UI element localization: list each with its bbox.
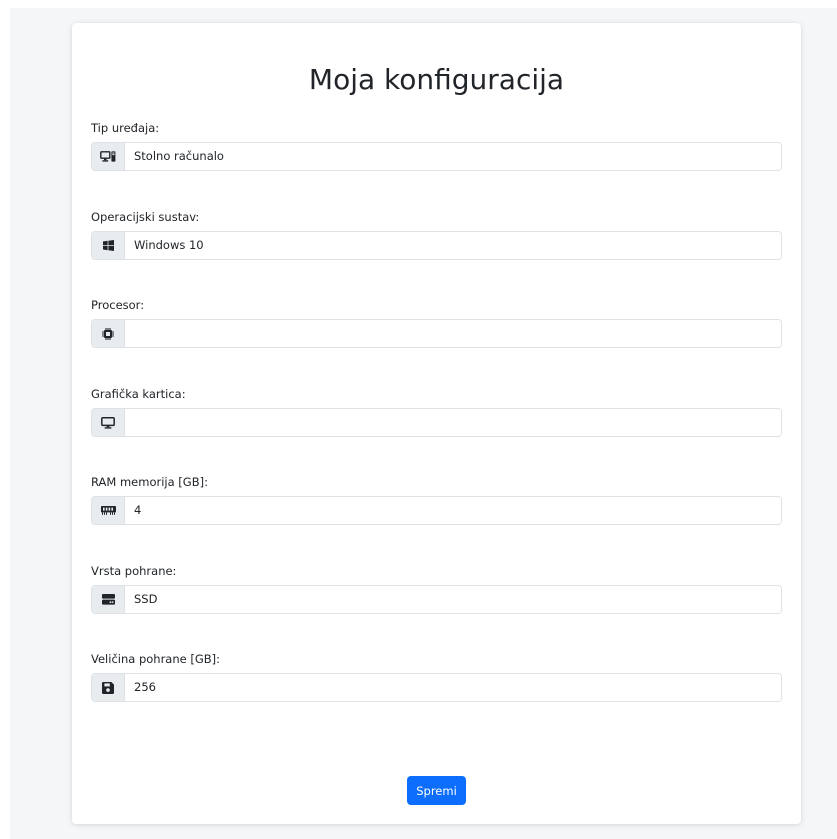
storage-type-label: Vrsta pohrane: (91, 564, 177, 578)
windows-icon (92, 232, 125, 259)
storage-type-input[interactable] (125, 586, 781, 613)
storage-type-input-group (91, 585, 782, 614)
processor-label: Procesor: (91, 298, 145, 312)
hdd-icon (92, 586, 125, 613)
graphics-card-input-group (91, 408, 782, 437)
device-type-label: Tip uređaja: (91, 121, 160, 135)
operating-system-input[interactable] (125, 232, 781, 259)
display-icon (92, 409, 125, 436)
device-type-input-group (91, 142, 782, 171)
pc-display-icon (92, 143, 125, 170)
storage-type-field: Vrsta pohrane: (91, 564, 782, 614)
page-title: Moja konfiguracija (308, 63, 565, 96)
ram-label: RAM memorija [GB]: (91, 475, 208, 489)
storage-size-input-group (91, 673, 782, 702)
graphics-card-field: Grafička kartica: (91, 387, 782, 437)
ram-input[interactable] (125, 497, 781, 524)
cpu-icon (92, 320, 125, 347)
graphics-card-label: Grafička kartica: (91, 387, 186, 401)
floppy-icon (92, 674, 125, 701)
configuration-card: Moja konfiguracija Tip uređaja: Operacij… (72, 23, 801, 824)
memory-icon (92, 497, 125, 524)
processor-input[interactable] (125, 320, 781, 347)
operating-system-label: Operacijski sustav: (91, 210, 200, 224)
ram-field: RAM memorija [GB]: (91, 475, 782, 525)
device-type-field: Tip uređaja: (91, 121, 782, 171)
save-button[interactable]: Spremi (407, 776, 466, 805)
device-type-input[interactable] (125, 143, 781, 170)
ram-input-group (91, 496, 782, 525)
storage-size-field: Veličina pohrane [GB]: (91, 652, 782, 702)
operating-system-field: Operacijski sustav: (91, 210, 782, 260)
processor-input-group (91, 319, 782, 348)
graphics-card-input[interactable] (125, 409, 781, 436)
storage-size-input[interactable] (125, 674, 781, 701)
storage-size-label: Veličina pohrane [GB]: (91, 652, 221, 666)
processor-field: Procesor: (91, 298, 782, 348)
operating-system-input-group (91, 231, 782, 260)
